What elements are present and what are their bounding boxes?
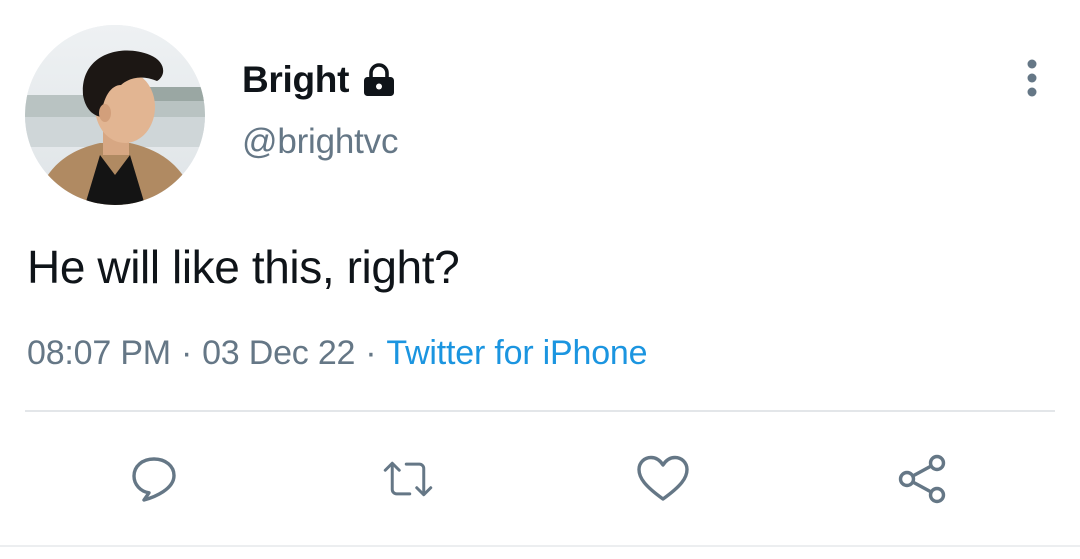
- tweet-card: Bright @brightvc He will like this, righ…: [0, 0, 1080, 559]
- retweet-icon: [383, 461, 433, 497]
- avatar[interactable]: [25, 25, 205, 205]
- reply-button[interactable]: [126, 451, 182, 507]
- tweet-date: 03 Dec 22: [202, 334, 356, 372]
- user-handle[interactable]: @brightvc: [242, 122, 398, 162]
- retweet-button[interactable]: [380, 451, 436, 507]
- more-vertical-icon: [1027, 59, 1037, 97]
- divider: [25, 410, 1055, 412]
- tweet-source-link[interactable]: Twitter for iPhone: [386, 334, 647, 372]
- share-button[interactable]: [895, 451, 951, 507]
- share-icon: [898, 454, 946, 504]
- meta-separator: ·: [365, 334, 377, 372]
- like-button[interactable]: [635, 451, 691, 507]
- display-name-row: Bright: [242, 58, 397, 102]
- tweet-text: He will like this, right?: [27, 241, 460, 293]
- display-name[interactable]: Bright: [242, 59, 349, 101]
- heart-icon: [637, 455, 689, 501]
- bottom-divider: [0, 545, 1080, 547]
- tweet-time: 08:07 PM: [27, 334, 171, 372]
- reply-icon: [132, 457, 176, 502]
- meta-separator: ·: [180, 334, 193, 372]
- tweet-meta: 08:07 PM · 03 Dec 22 · Twitter for iPhone: [27, 334, 648, 373]
- profile-photo: [25, 25, 205, 205]
- more-options-button[interactable]: [1012, 56, 1052, 100]
- lock-icon: [361, 62, 397, 98]
